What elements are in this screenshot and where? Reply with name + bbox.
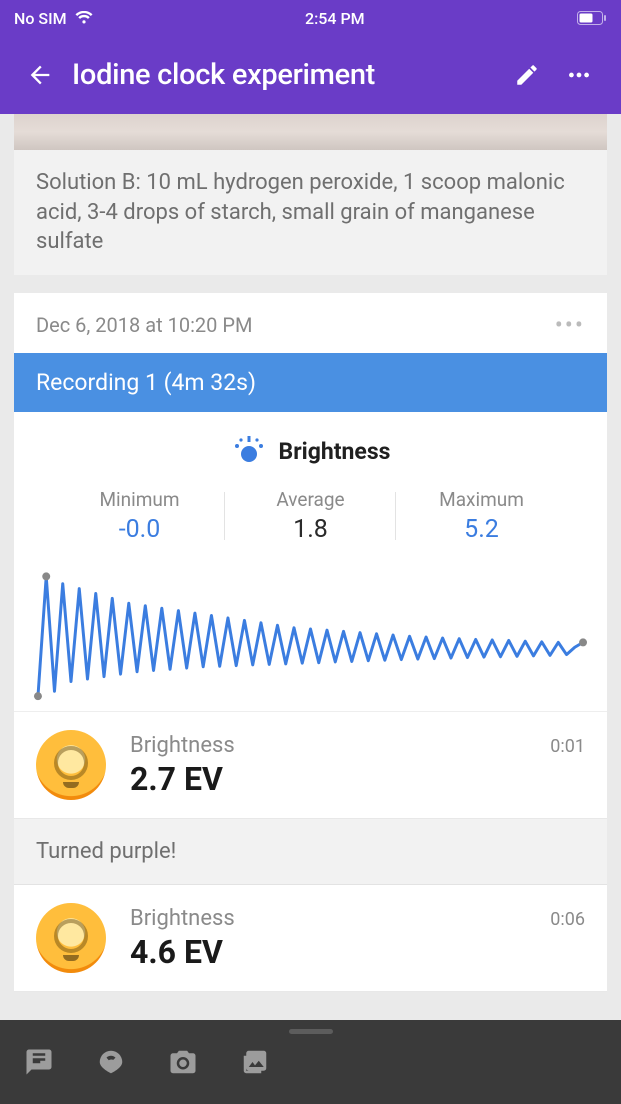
observation-row[interactable]: Brightness 2.7 EV 0:01 [14,712,607,819]
recording-card: Dec 6, 2018 at 10:20 PM ••• Recording 1 … [14,293,607,992]
stat-minimum[interactable]: Minimum -0.0 [54,488,225,544]
note-card[interactable]: Solution B: 10 mL hydrogen peroxide, 1 s… [14,150,607,275]
brightness-chart[interactable] [14,558,607,712]
recording-date: Dec 6, 2018 at 10:20 PM [36,313,252,337]
more-button[interactable] [553,49,605,101]
observation-time: 0:01 [550,736,585,757]
stat-maximum[interactable]: Maximum 5.2 [396,488,567,544]
wifi-icon [75,11,93,25]
observation-label: Brightness [130,733,526,758]
note-text: Solution B: 10 mL hydrogen peroxide, 1 s… [36,170,565,254]
observation-label: Brightness [130,906,526,931]
clock-label: 2:54 PM [305,9,365,28]
note-icon[interactable] [24,1047,54,1077]
status-bar: No SIM 2:54 PM [0,0,621,36]
carrier-label: No SIM [14,9,67,28]
bottom-toolbar [0,1020,621,1104]
app-bar: Iodine clock experiment [0,36,621,114]
content-scroll[interactable]: Solution B: 10 mL hydrogen peroxide, 1 s… [0,114,621,1020]
drag-handle-icon[interactable] [289,1029,333,1034]
sensor-title: Brightness [279,438,391,465]
stat-average[interactable]: Average 1.8 [225,488,396,544]
recording-more-icon[interactable]: ••• [555,311,585,339]
battery-icon [577,11,607,25]
lightbulb-icon [36,730,106,800]
observation-row[interactable]: Brightness 4.6 EV 0:06 [14,885,607,992]
annotation-row[interactable]: Turned purple! [14,819,607,885]
brightness-icon [231,436,267,466]
stats-row: Minimum -0.0 Average 1.8 Maximum 5.2 [14,482,607,558]
edit-button[interactable] [501,49,553,101]
observation-value: 2.7 EV [130,760,526,798]
observation-value: 4.6 EV [130,933,526,971]
sensor-icon[interactable] [96,1047,126,1077]
gallery-icon[interactable] [240,1047,270,1077]
back-button[interactable] [16,51,64,99]
recording-banner[interactable]: Recording 1 (4m 32s) [14,353,607,412]
observation-time: 0:06 [550,909,585,930]
camera-icon[interactable] [168,1047,198,1077]
page-title: Iodine clock experiment [72,58,501,92]
photo-thumbnail[interactable] [14,114,607,150]
lightbulb-icon [36,903,106,973]
annotation-text: Turned purple! [36,839,176,864]
